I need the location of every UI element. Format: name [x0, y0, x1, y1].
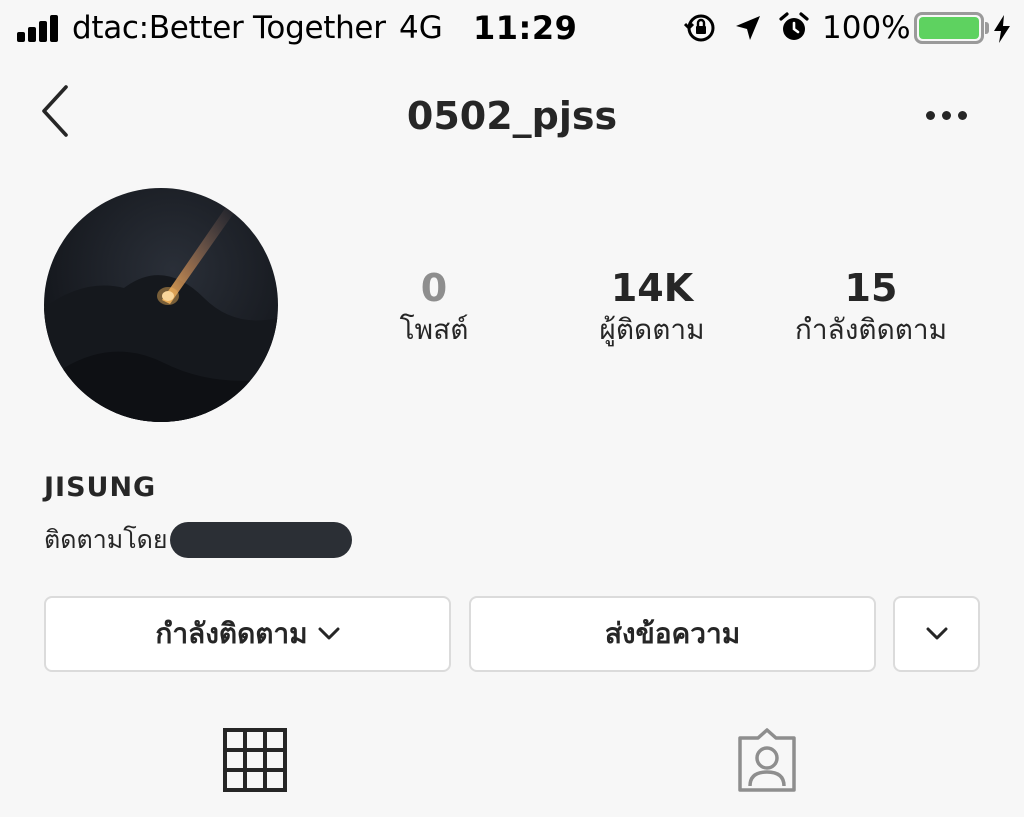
grid-icon: [223, 728, 287, 792]
redacted-follower-names: [169, 522, 352, 558]
following-button[interactable]: กำลังติดตาม: [44, 596, 451, 672]
posts-count-value: 0: [420, 266, 448, 310]
status-bar: dtac:Better Together 4G 11:29 100%: [0, 0, 1024, 56]
battery-icon: [914, 12, 984, 44]
tagged-person-icon: [738, 728, 796, 792]
tab-posts-grid[interactable]: [223, 728, 287, 792]
charging-icon: [994, 15, 1010, 43]
battery-percent: 100%: [822, 10, 911, 46]
suggested-accounts-button[interactable]: [893, 596, 980, 672]
followers-count-label: ผู้ติดตาม: [599, 313, 705, 346]
following-button-label: กำลังติดตาม: [155, 617, 308, 650]
followed-by-label: ติดตามโดย: [44, 525, 168, 554]
profile-screen: dtac:Better Together 4G 11:29 100% 0502_…: [0, 0, 1024, 817]
message-button-label: ส่งข้อความ: [604, 617, 741, 650]
display-name: JISUNG: [44, 472, 157, 503]
more-options-button[interactable]: [924, 104, 970, 126]
posts-count-label: โพสต์: [399, 313, 469, 346]
more-horizontal-icon: [926, 111, 935, 120]
following-count-value: 15: [844, 266, 898, 310]
location-arrow-icon: [736, 16, 760, 40]
tab-tagged[interactable]: [734, 728, 800, 794]
alarm-icon: [779, 12, 809, 40]
profile-username: 0502_pjss: [406, 94, 618, 138]
following-count[interactable]: 15 กำลังติดตาม: [770, 266, 972, 350]
followed-by[interactable]: ติดตามโดย: [44, 520, 352, 560]
chevron-down-icon: [318, 627, 340, 640]
orientation-lock-icon: [684, 14, 715, 42]
avatar[interactable]: [44, 188, 278, 422]
battery-level-fill: [919, 17, 979, 39]
chevron-down-icon: [926, 627, 947, 640]
status-time: 11:29: [473, 9, 578, 47]
message-button[interactable]: ส่งข้อความ: [469, 596, 876, 672]
following-count-label: กำลังติดตาม: [794, 313, 948, 346]
avatar-image: [44, 188, 278, 422]
followers-count-value: 14K: [610, 266, 694, 310]
signal-strength-icon: [17, 14, 61, 42]
battery-tip: [985, 22, 989, 34]
posts-count: 0 โพสต์: [372, 266, 496, 350]
network-type: 4G: [399, 10, 443, 46]
followers-count[interactable]: 14K ผู้ติดตาม: [562, 266, 742, 350]
carrier-name: dtac:Better Together: [72, 10, 386, 46]
